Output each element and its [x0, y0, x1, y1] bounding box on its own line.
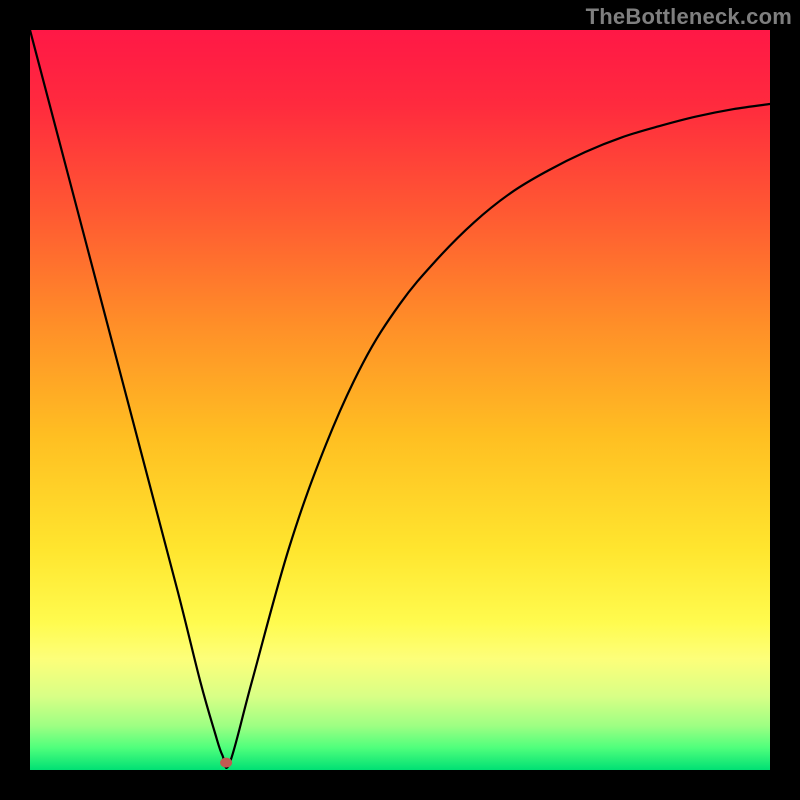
- gradient-background: [30, 30, 770, 770]
- chart-frame: TheBottleneck.com: [0, 0, 800, 800]
- plot-area: [30, 30, 770, 770]
- marker-dot: [220, 758, 232, 768]
- watermark-text: TheBottleneck.com: [586, 4, 792, 30]
- chart-svg: [30, 30, 770, 770]
